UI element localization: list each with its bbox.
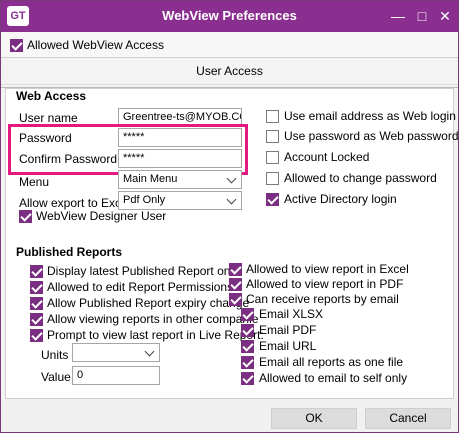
allow-export-select[interactable]: Pdf Only: [118, 191, 242, 210]
top-options-bar: Allowed WebView Access: [1, 32, 458, 58]
account-locked-checkbox[interactable]: [266, 151, 279, 164]
webview-designer-user-label: WebView Designer User: [36, 209, 167, 223]
allowed-change-password-checkbox[interactable]: [266, 172, 279, 185]
active-directory-login-checkbox[interactable]: [266, 193, 279, 206]
allow-export-select-value: Pdf Only: [123, 194, 166, 206]
chevron-down-icon: [144, 346, 155, 357]
confirm-password-input[interactable]: *****: [118, 149, 242, 168]
email-url-checkbox[interactable]: [241, 340, 254, 353]
edit-permissions-label: Allowed to edit Report Permissions: [47, 280, 234, 294]
allowed-webview-access-checkbox[interactable]: [10, 39, 23, 52]
view-pdf-label: Allowed to view report in PDF: [246, 277, 404, 291]
minimize-icon[interactable]: —: [387, 5, 409, 27]
use-email-login-checkbox[interactable]: [266, 110, 279, 123]
email-self-only-label: Allowed to email to self only: [259, 371, 408, 385]
value-input[interactable]: 0: [72, 366, 160, 385]
email-one-file-checkbox[interactable]: [241, 356, 254, 369]
published-reports-heading: Published Reports: [16, 245, 123, 259]
prompt-last-report-checkbox[interactable]: [30, 329, 43, 342]
display-latest-report-checkbox[interactable]: [30, 265, 43, 278]
view-excel-checkbox[interactable]: [229, 263, 242, 276]
view-excel-label: Allowed to view report in Excel: [246, 262, 409, 276]
account-locked-label: Account Locked: [284, 150, 370, 164]
title-bar[interactable]: GT WebView Preferences — □ ✕: [1, 1, 458, 32]
menu-select[interactable]: Main Menu: [118, 170, 242, 189]
value-label: Value: [41, 370, 71, 384]
menu-select-value: Main Menu: [123, 173, 178, 185]
ok-button[interactable]: OK: [271, 408, 357, 429]
email-xlsx-label: Email XLSX: [259, 307, 324, 321]
email-self-only-checkbox[interactable]: [241, 372, 254, 385]
section-title: User Access: [1, 58, 458, 88]
chevron-down-icon: [226, 194, 237, 205]
view-other-companies-label: Allow viewing reports in other companie: [47, 312, 259, 326]
expiry-change-checkbox[interactable]: [30, 297, 43, 310]
email-pdf-checkbox[interactable]: [241, 324, 254, 337]
user-name-label: User name: [19, 111, 78, 125]
cancel-button[interactable]: Cancel: [365, 408, 451, 429]
email-url-label: Email URL: [259, 339, 317, 353]
email-xlsx-checkbox[interactable]: [241, 308, 254, 321]
receive-email-label: Can receive reports by email: [246, 292, 399, 306]
use-password-label: Use password as Web password: [284, 129, 459, 143]
expiry-change-label: Allow Published Report expiry change: [47, 296, 250, 310]
display-latest-report-label: Display latest Published Report onl: [47, 264, 234, 278]
use-email-login-label: Use email address as Web login ID: [284, 109, 459, 123]
webview-designer-user-checkbox[interactable]: [19, 210, 32, 223]
chevron-down-icon: [226, 173, 237, 184]
units-select[interactable]: [72, 343, 160, 362]
allow-export-label: Allow export to Excel: [19, 196, 131, 210]
view-pdf-checkbox[interactable]: [229, 278, 242, 291]
prompt-last-report-label: Prompt to view last report in Live Repor…: [47, 328, 264, 342]
menu-label: Menu: [19, 175, 50, 189]
webview-preferences-window: GT WebView Preferences — □ ✕ Allowed Web…: [0, 0, 459, 433]
use-password-checkbox[interactable]: [266, 130, 279, 143]
allowed-change-password-label: Allowed to change password: [284, 171, 437, 185]
units-label: Units: [41, 348, 69, 362]
receive-email-checkbox[interactable]: [229, 293, 242, 306]
email-one-file-label: Email all reports as one file: [259, 355, 404, 369]
allowed-webview-access-label: Allowed WebView Access: [27, 38, 164, 52]
password-label: Password: [19, 131, 72, 145]
active-directory-login-label: Active Directory login: [284, 192, 397, 206]
close-icon[interactable]: ✕: [434, 5, 456, 27]
confirm-password-label: Confirm Password: [19, 152, 118, 166]
edit-permissions-checkbox[interactable]: [30, 281, 43, 294]
email-pdf-label: Email PDF: [259, 323, 317, 337]
password-input[interactable]: *****: [118, 128, 242, 147]
web-access-heading: Web Access: [16, 89, 87, 103]
view-other-companies-checkbox[interactable]: [30, 313, 43, 326]
maximize-icon[interactable]: □: [411, 5, 433, 27]
